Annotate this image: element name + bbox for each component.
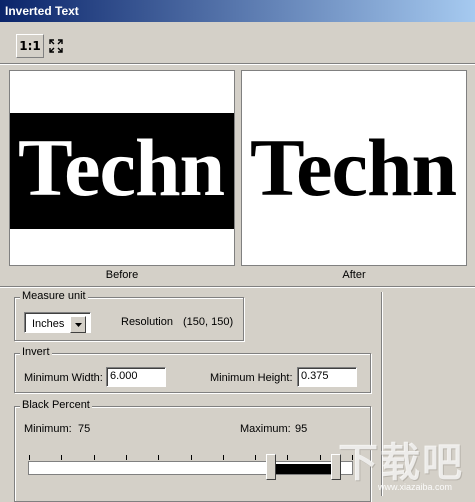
- slider-tick: [255, 455, 257, 460]
- measure-unit-value: Inches: [32, 318, 65, 330]
- fit-to-window-icon: [49, 39, 63, 53]
- min-width-label: Minimum Width:: [24, 372, 103, 384]
- fit-to-window-button[interactable]: [46, 34, 66, 58]
- after-caption: After: [342, 269, 366, 281]
- window-title: Inverted Text: [5, 4, 79, 18]
- after-sample-text: Techn: [250, 122, 457, 213]
- toolbar-divider: [0, 63, 475, 65]
- slider-tick: [29, 455, 30, 460]
- resolution-label: Resolution: [121, 316, 173, 328]
- minimum-value: 75: [78, 423, 91, 435]
- before-caption: Before: [105, 269, 139, 281]
- watermark-url: www.xiazaiba.com: [378, 482, 453, 492]
- actual-size-button[interactable]: 1:1: [16, 34, 44, 58]
- minimum-label: Minimum:: [24, 423, 72, 435]
- black-percent-group: [14, 406, 371, 502]
- dropdown-button[interactable]: [70, 316, 86, 333]
- min-width-field[interactable]: 6.000: [106, 367, 166, 387]
- slider-tick: [287, 455, 289, 460]
- watermark: 下载吧: [338, 440, 464, 486]
- black-percent-slider-track[interactable]: [28, 461, 353, 475]
- slider-tick: [125, 455, 127, 460]
- min-height-field[interactable]: 0.375: [297, 367, 357, 387]
- black-percent-legend: Black Percent: [20, 399, 92, 411]
- minimum-slider-thumb[interactable]: [266, 454, 277, 480]
- maximum-label: Maximum:: [240, 423, 291, 435]
- maximum-value: 95: [295, 423, 308, 435]
- slider-tick: [93, 455, 95, 460]
- invert-legend: Invert: [20, 346, 52, 358]
- slider-tick: [158, 455, 160, 460]
- resolution-value: (150, 150): [183, 316, 234, 328]
- slider-tick: [319, 455, 321, 460]
- measure-unit-legend: Measure unit: [20, 290, 88, 302]
- section-divider: [0, 286, 475, 288]
- slider-tick: [190, 455, 192, 460]
- black-percent-selected-range: [276, 464, 333, 474]
- min-height-label: Minimum Height:: [210, 372, 293, 384]
- title-bar: Inverted Text: [0, 0, 475, 22]
- measure-unit-select[interactable]: Inches: [24, 312, 91, 333]
- before-preview: Techn: [9, 70, 235, 266]
- after-preview: Techn: [241, 70, 467, 266]
- chevron-down-icon: [74, 322, 82, 327]
- slider-tick: [222, 455, 224, 460]
- before-sample-text: Techn: [18, 122, 225, 213]
- slider-tick: [61, 455, 63, 460]
